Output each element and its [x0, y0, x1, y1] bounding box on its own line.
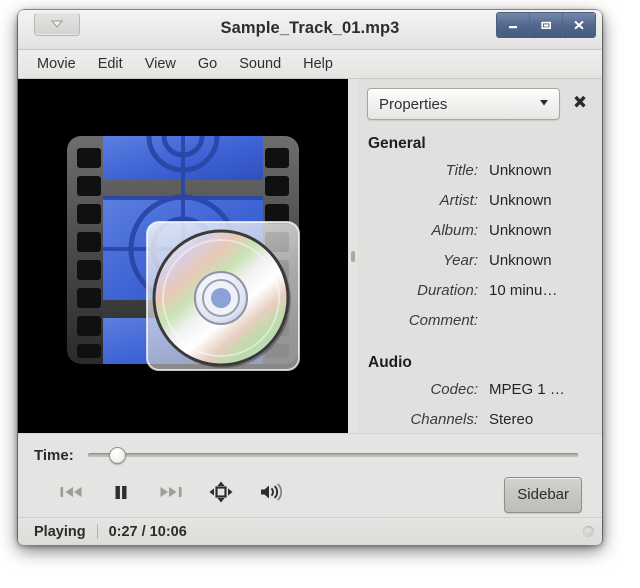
menu-item-sound[interactable]: Sound: [228, 53, 292, 75]
maximize-button[interactable]: [530, 13, 563, 37]
sidebar-toggle-label: Sidebar: [517, 486, 569, 503]
property-label: Album:: [431, 222, 478, 239]
fullscreen-icon: [208, 480, 234, 509]
sidebar-view-dropdown[interactable]: Properties: [367, 88, 560, 120]
property-label: Artist:: [439, 192, 478, 209]
property-row-duration: Duration: 10 minu…: [367, 277, 590, 305]
property-value: Unknown: [489, 162, 552, 179]
transport-buttons: Sidebar: [18, 470, 602, 514]
skip-previous-icon: [58, 482, 84, 507]
playback-time: 0:27 / 10:06: [108, 523, 187, 540]
minimize-icon: [506, 19, 520, 31]
playback-state: Playing: [34, 523, 86, 540]
property-row-channels: Channels: Stereo: [367, 406, 590, 433]
video-display[interactable]: [18, 79, 348, 433]
menu-item-view[interactable]: View: [134, 53, 187, 75]
sidebar-close-button[interactable]: [566, 90, 594, 118]
property-row-year: Year: Unknown: [367, 247, 590, 275]
property-label: Codec:: [430, 381, 478, 398]
sidebar-header: Properties: [357, 87, 602, 121]
next-button[interactable]: [146, 479, 196, 511]
menu-item-help[interactable]: Help: [292, 53, 344, 75]
properties-section-audio: Audio: [368, 354, 412, 371]
movie-player-disc-logo-icon: [45, 118, 321, 394]
previous-button[interactable]: [46, 479, 96, 511]
volume-icon: [258, 482, 284, 507]
property-row-artist: Artist: Unknown: [367, 187, 590, 215]
menu-item-go[interactable]: Go: [187, 53, 228, 75]
property-label: Duration:: [417, 282, 478, 299]
property-row-codec: Codec: MPEG 1 …: [367, 376, 590, 404]
properties-list: General Title: Unknown Artist: Unknown A…: [357, 121, 602, 433]
pause-icon: [110, 482, 132, 507]
statusbar: Playing 0:27 / 10:06: [18, 517, 602, 545]
property-label: Year:: [442, 252, 478, 269]
menubar: Movie Edit View Go Sound Help: [18, 50, 602, 79]
skip-next-icon: [158, 482, 184, 507]
playback-controls: Time: Sidebar: [18, 433, 602, 517]
maximize-icon: [539, 19, 553, 31]
property-value: Unknown: [489, 222, 552, 239]
statusbar-separator: [96, 524, 98, 539]
property-label: Channels:: [410, 411, 478, 428]
property-row-album: Album: Unknown: [367, 217, 590, 245]
seek-track[interactable]: [87, 453, 578, 457]
sidebar-view-label: Properties: [379, 95, 448, 113]
volume-button[interactable]: [246, 479, 296, 511]
sidebar-splitter[interactable]: [348, 79, 357, 433]
pause-button[interactable]: [96, 479, 146, 511]
seek-handle[interactable]: [109, 447, 127, 464]
resize-grip[interactable]: [583, 526, 594, 537]
property-row-title: Title: Unknown: [367, 157, 590, 185]
seek-slider[interactable]: [87, 446, 578, 464]
minimize-button[interactable]: [497, 13, 530, 37]
close-icon: [572, 19, 586, 31]
close-icon: [571, 93, 589, 116]
splitter-grip[interactable]: [351, 251, 355, 262]
property-value: 10 minu…: [489, 282, 558, 299]
property-value: Unknown: [489, 192, 552, 209]
sidebar-panel: Properties General Title: Unknown Artist…: [357, 79, 602, 433]
property-label: Title:: [445, 162, 478, 179]
menu-item-movie[interactable]: Movie: [26, 53, 87, 75]
chevron-down-icon: [537, 95, 551, 114]
sidebar-toggle-button[interactable]: Sidebar: [504, 476, 582, 513]
property-value: Stereo: [489, 411, 534, 428]
property-row-comment: Comment:: [367, 307, 590, 335]
fullscreen-button[interactable]: [196, 479, 246, 511]
movie-player-window: Sample_Track_01.mp3 Movie Edit View Go S…: [18, 10, 602, 545]
time-label: Time:: [34, 446, 74, 464]
window-controls: [496, 12, 596, 38]
properties-section-general: General: [368, 135, 426, 152]
property-value: Unknown: [489, 252, 552, 269]
close-button[interactable]: [563, 13, 595, 37]
titlebar: Sample_Track_01.mp3: [18, 10, 602, 50]
seek-row: Time:: [18, 440, 602, 470]
content-area: Properties General Title: Unknown Artist…: [18, 79, 602, 433]
menu-item-edit[interactable]: Edit: [87, 53, 134, 75]
property-value: MPEG 1 …: [489, 381, 565, 398]
property-label: Comment:: [408, 312, 478, 329]
